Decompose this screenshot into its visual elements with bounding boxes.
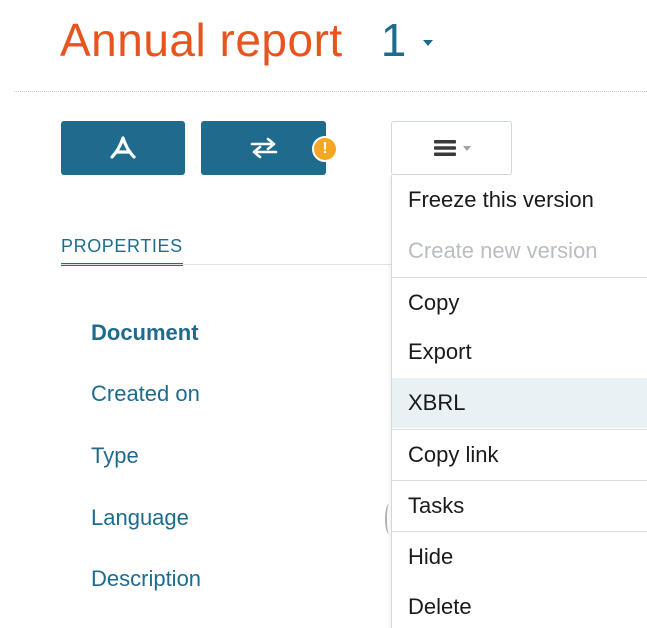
- title-divider: [14, 91, 647, 92]
- chevron-down-icon[interactable]: [422, 40, 433, 46]
- menu-item-export[interactable]: Export: [392, 327, 647, 377]
- menu-item-create-new-version: Create new version: [408, 238, 598, 263]
- page: Annual report 1 ! PROPERTIES Document Cr…: [0, 0, 647, 628]
- tab-properties[interactable]: PROPERTIES: [61, 236, 183, 266]
- warning-badge: !: [312, 136, 338, 162]
- property-label-document: Document: [91, 320, 199, 345]
- swap-arrows-icon: [250, 137, 277, 159]
- property-label-description: Description: [91, 566, 202, 591]
- hamburger-icon: [433, 140, 456, 156]
- page-title: Annual report: [60, 14, 343, 66]
- menu-item-tasks[interactable]: Tasks: [392, 481, 647, 531]
- pdf-icon: [110, 136, 136, 159]
- actions-dropdown-menu: Freeze this version Create new version C…: [391, 175, 647, 628]
- property-label-language: Language: [91, 505, 189, 530]
- property-label-type: Type: [91, 443, 139, 468]
- menu-item-xbrl[interactable]: XBRL: [392, 378, 647, 428]
- menu-item-freeze-version[interactable]: Freeze this version: [392, 175, 647, 225]
- menu-item-copy-link[interactable]: Copy link: [392, 430, 647, 480]
- sync-button[interactable]: [201, 121, 326, 175]
- menu-item-delete[interactable]: Delete: [392, 582, 647, 628]
- menu-item-hide[interactable]: Hide: [392, 532, 647, 582]
- version-selector[interactable]: 1: [381, 13, 407, 67]
- menu-item-copy[interactable]: Copy: [392, 278, 647, 328]
- pdf-button[interactable]: [61, 121, 185, 175]
- chevron-down-icon: [462, 145, 471, 151]
- property-label-created-on: Created on: [91, 381, 200, 406]
- properties-divider: [61, 264, 391, 265]
- actions-menu-button[interactable]: [391, 121, 512, 175]
- title-row: Annual report 1: [60, 10, 433, 70]
